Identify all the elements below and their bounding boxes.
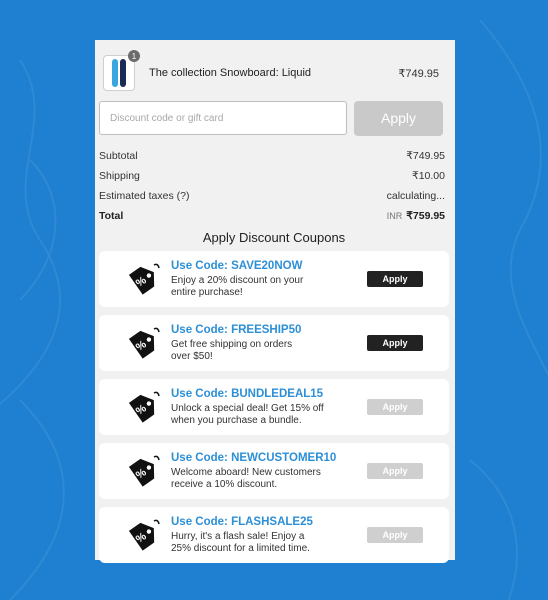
apply-discount-button[interactable]: Apply <box>354 100 443 136</box>
coupon-card: % Use Code: SAVE20NOW Enjoy a 20% discount… <box>99 251 449 307</box>
coupon-code: Use Code: NEWCUSTOMER10 <box>171 451 337 464</box>
total-label: Total <box>99 210 124 222</box>
subtotal-label: Subtotal <box>99 150 138 162</box>
apply-coupon-button[interactable]: Apply <box>367 335 423 351</box>
coupon-code: Use Code: BUNDLEDEAL15 <box>171 387 324 400</box>
apply-coupon-button[interactable]: Apply <box>367 271 423 287</box>
coupons-heading: Apply Discount Coupons <box>202 230 346 245</box>
shipping-value: ₹10.00 <box>412 170 445 182</box>
coupon-card: % Use Code: NEWCUSTOMER10 Welcome aboard! … <box>99 443 449 499</box>
discount-code-input[interactable] <box>99 101 347 135</box>
product-thumbnail: 1 <box>103 50 140 91</box>
coupon-card: % Use Code: BUNDLEDEAL15 Unlock a special … <box>99 379 449 435</box>
coupon-card: % Use Code: FLASHSALE25 Hurry, it's a flas… <box>99 507 449 563</box>
discount-tag-icon: % <box>119 453 169 489</box>
apply-coupon-button[interactable]: Apply <box>367 463 423 479</box>
order-summary: Subtotal ₹749.95 Shipping ₹10.00 Estimat… <box>99 146 449 226</box>
checkout-panel: 1 The collection Snowboard: Liquid ₹749.… <box>95 40 455 563</box>
cart-line-item: 1 The collection Snowboard: Liquid ₹749.… <box>99 48 449 98</box>
discount-tag-icon: % <box>119 517 169 553</box>
coupon-code: Use Code: SAVE20NOW <box>171 259 303 272</box>
apply-coupon-button[interactable]: Apply <box>367 527 423 543</box>
coupon-code: Use Code: FREESHIP50 <box>171 323 302 336</box>
coupon-description: Get free shipping on orders over $50! <box>171 338 293 362</box>
coupon-card: % Use Code: FREESHIP50 Get free shipping o… <box>99 315 449 371</box>
subtotal-row: Subtotal ₹749.95 <box>99 146 449 166</box>
coupon-description: Enjoy a 20% discount on your entire purch… <box>171 274 304 298</box>
coupon-description: Unlock a special deal! Get 15% off when y… <box>171 402 324 426</box>
product-title: The collection Snowboard: Liquid <box>149 67 312 79</box>
taxes-label: Estimated taxes (?) <box>99 190 190 202</box>
shipping-label: Shipping <box>99 170 140 182</box>
product-price: ₹749.95 <box>398 67 439 80</box>
subtotal-value: ₹749.95 <box>406 150 445 162</box>
discount-tag-icon: % <box>119 261 169 297</box>
discount-tag-icon: % <box>119 389 169 425</box>
coupon-list: % Use Code: SAVE20NOW Enjoy a 20% discount… <box>99 251 449 563</box>
shipping-row: Shipping ₹10.00 <box>99 166 449 186</box>
coupon-code: Use Code: FLASHSALE25 <box>171 515 313 528</box>
discount-tag-icon: % <box>119 325 169 361</box>
total-value: ₹759.95 <box>406 210 445 222</box>
taxes-value: calculating... <box>386 190 445 202</box>
total-currency: INR <box>386 211 403 221</box>
taxes-row: Estimated taxes (?) calculating... <box>99 186 449 206</box>
apply-coupon-button[interactable]: Apply <box>367 399 423 415</box>
coupon-description: Hurry, it's a flash sale! Enjoy a 25% dis… <box>171 530 310 554</box>
discount-code-row: Apply <box>99 100 449 136</box>
quantity-badge: 1 <box>128 50 140 62</box>
coupon-description: Welcome aboard! New customers receive a 1… <box>171 466 321 490</box>
total-row: Total INR ₹759.95 <box>99 206 449 226</box>
